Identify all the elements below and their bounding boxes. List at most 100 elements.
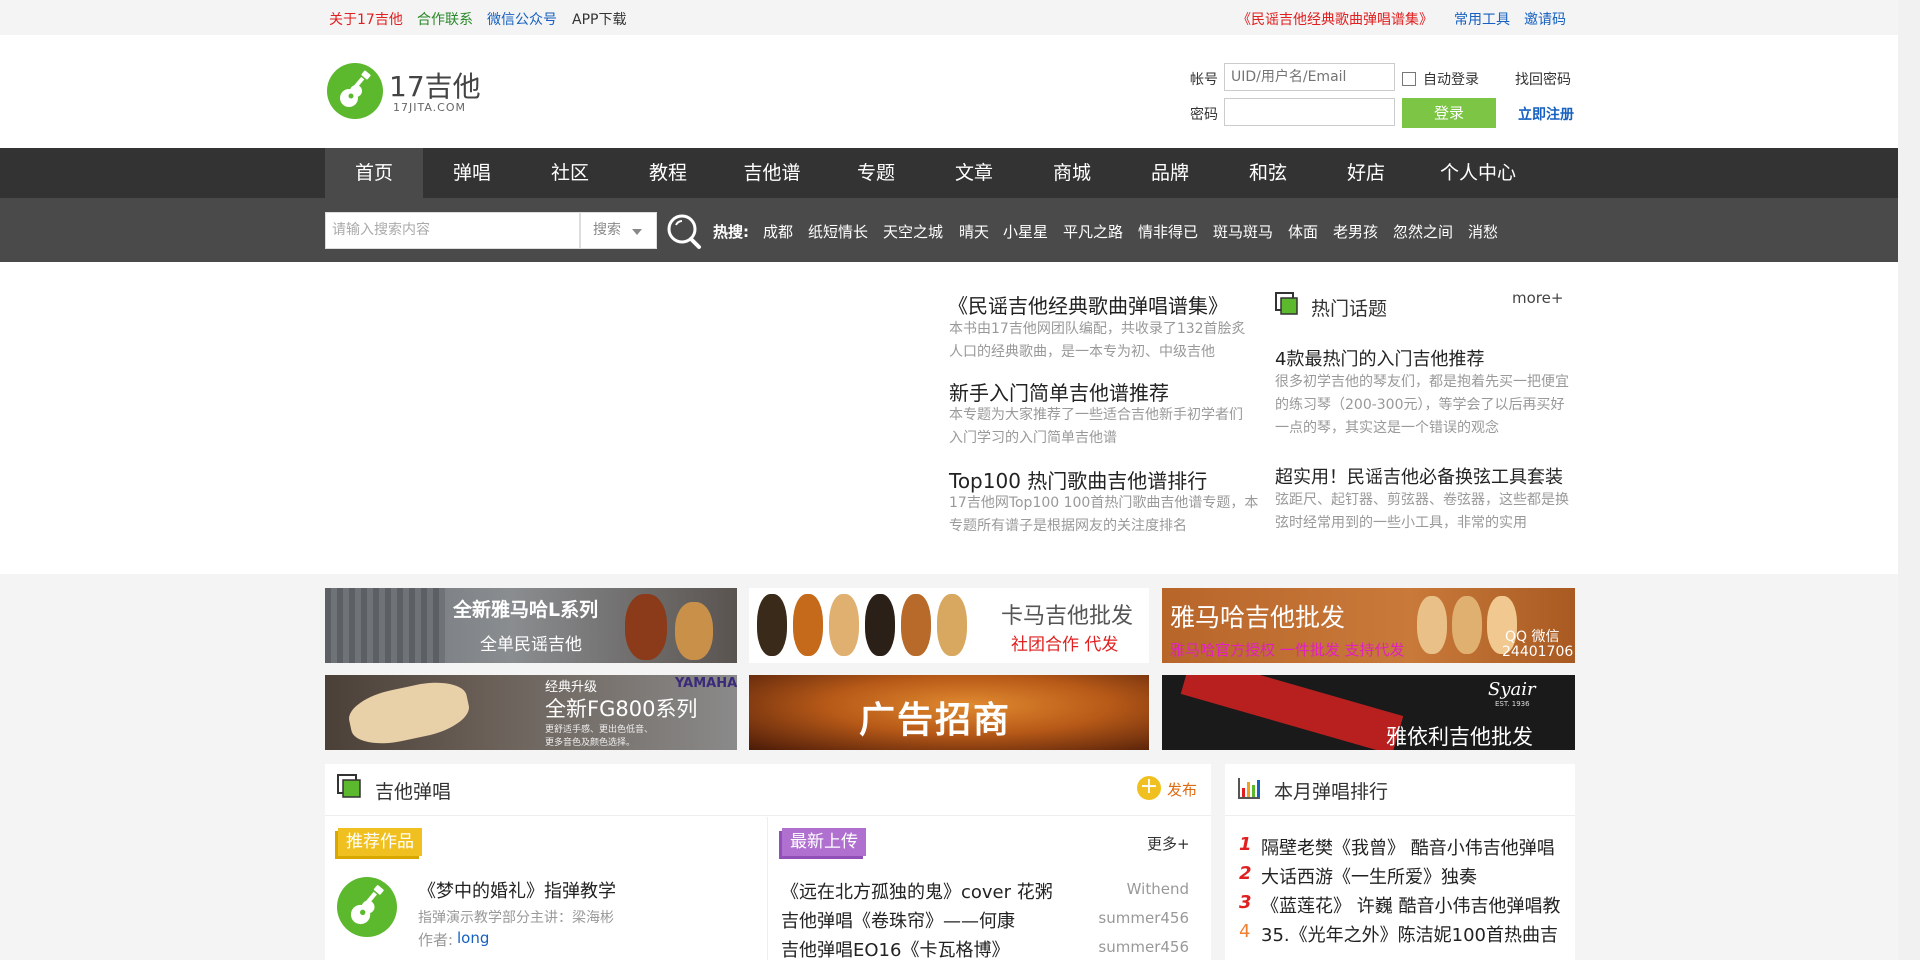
banner-kama-wholesale[interactable]: 卡马吉他批发 社团合作 代发 [749,588,1149,663]
banner-advertise[interactable]: 广告招商 [749,675,1149,750]
account-label: 帐号 [1190,72,1218,88]
tools-link[interactable]: 常用工具 [1454,9,1510,29]
recommend-avatar[interactable] [337,877,397,937]
yamaha-logo: YAMAHA [675,676,737,691]
rank-title[interactable]: 《蓝莲花》 许巍 酷音小伟吉他弹唱教 [1261,892,1560,918]
nav-home[interactable]: 首页 [325,148,423,198]
login-button[interactable]: 登录 [1402,98,1496,128]
nav-brands[interactable]: 品牌 [1121,148,1219,198]
register-link[interactable]: 立即注册 [1518,104,1574,124]
rank-number: 3 [1239,892,1252,913]
guitar-headstock-graphic [1180,675,1404,750]
page-scrollbar[interactable] [1898,0,1920,960]
nav-tabs[interactable]: 吉他谱 [717,148,827,198]
rank-title[interactable]: 大话西游《一生所爱》独奏 [1261,863,1477,889]
app-download-link[interactable]: APP下载 [572,9,626,29]
hot-word[interactable]: 情非得已 [1138,221,1198,242]
nav-tanchang[interactable]: 弹唱 [423,148,521,198]
search-icon[interactable] [665,212,703,250]
latest-user[interactable]: Withend [1069,880,1189,898]
forgot-password-link[interactable]: 找回密码 [1515,69,1571,89]
featured-title[interactable]: 《民谣吉他经典歌曲弹唱谱集》 [948,290,1228,319]
guitar-icon [350,885,384,925]
account-input[interactable] [1224,63,1395,91]
hot-word[interactable]: 老男孩 [1333,221,1378,242]
hot-topics-more-link[interactable]: more+ [1512,289,1563,307]
featured-desc: 本专题为大家推荐了一些适合吉他新手初学者们入门学习的入门简单吉他谱 [949,407,1243,446]
rank-number: 4 [1239,921,1251,942]
nav-user-center[interactable]: 个人中心 [1415,148,1541,198]
featured-desc: 本书由17吉他网团队编配，共收录了132首脍炙人口的经典歌曲，是一本专为初、中级… [949,321,1246,360]
featured-title[interactable]: 新手入门简单吉他谱推荐 [949,377,1169,406]
hot-word[interactable]: 纸短情长 [808,221,868,242]
hot-word[interactable]: 晴天 [959,221,989,242]
banner-syair-wholesale[interactable]: Syair EST. 1936 雅依利吉他批发 [1162,675,1575,750]
topic-title[interactable]: 超实用！民谣吉他必备换弦工具套装 [1275,463,1563,489]
latest-user[interactable]: summer456 [1069,909,1189,927]
hot-word[interactable]: 平凡之路 [1063,221,1123,242]
hot-word[interactable]: 斑马斑马 [1213,221,1273,242]
banner-note: 更多音色及颜色选择。 [545,738,636,748]
topic-title[interactable]: 4款最热门的入门吉他推荐 [1275,345,1484,371]
guitar-graphic [829,594,859,656]
rank-title[interactable]: 隔壁老樊《我曾》 酷音小伟吉他弹唱 [1261,834,1555,860]
guitar-graphic [1452,596,1482,654]
nav-chords[interactable]: 和弦 [1219,148,1317,198]
latest-title[interactable]: 吉他弹唱《卷珠帘》——何康 [781,907,1015,933]
banner-yamaha-fg800[interactable]: 经典升级 YAMAHA 全新FG800系列 更舒适手感、更出色低音、 更多音色及… [325,675,737,750]
featured-section: 《民谣吉他经典歌曲弹唱谱集》 本书由17吉他网团队编配，共收录了132首脍炙人口… [0,262,1898,574]
ranking-panel: 本月弹唱排行 1 隔壁老樊《我曾》 酷音小伟吉他弹唱 2 大话西游《一生所爱》独… [1225,764,1575,960]
search-type-select[interactable]: 搜索 [580,212,657,249]
hot-word[interactable]: 天空之城 [883,221,943,242]
hot-word[interactable]: 成都 [763,221,793,242]
hot-word[interactable]: 体面 [1288,221,1318,242]
search-bar: 请输入搜索内容 搜索 热搜: 成都 纸短情长 天空之城 晴天 小星星 平凡之路 … [0,198,1898,262]
guitar-graphic [937,594,967,656]
latest-column: 最新上传 更多+ 《远在北方孤独的鬼》cover 花粥 Withend 吉他弹唱… [769,817,1211,960]
wood-wall-graphic [325,588,445,663]
hot-word[interactable]: 消愁 [1468,221,1498,242]
featured-title[interactable]: Top100 热门歌曲吉他谱排行 [949,465,1207,494]
banner-yamaha-l-series[interactable]: 全新雅马哈L系列 全单民谣吉他 [325,588,737,663]
bar-chart-icon [1237,776,1261,800]
guitar-graphic [865,594,895,656]
guitar-graphic [1417,596,1447,654]
ad-banners: 全新雅马哈L系列 全单民谣吉他 卡马吉他批发 社团合作 代发 雅马哈吉他批发 雅… [325,588,1575,750]
wechat-link[interactable]: 微信公众号 [487,9,557,29]
search-input[interactable]: 请输入搜索内容 [325,212,580,249]
syair-logo-est: EST. 1936 [1495,700,1530,708]
hot-search-label: 热搜: [713,223,749,241]
invite-code-link[interactable]: 邀请码 [1524,9,1566,29]
nav-topics[interactable]: 专题 [827,148,925,198]
banner-title: 雅马哈吉他批发 [1170,603,1346,632]
nav-community[interactable]: 社区 [521,148,619,198]
rank-title[interactable]: 35.《光年之外》陈洁妮100首热曲吉 [1261,921,1558,947]
hot-word[interactable]: 忽然之间 [1393,221,1453,242]
songbook-link[interactable]: 《民谣吉他经典歌曲弹唱谱集》 [1237,9,1433,29]
banner-subtitle: 全单民谣吉他 [480,635,582,655]
nav-shop[interactable]: 商城 [1023,148,1121,198]
auto-login-checkbox[interactable] [1402,72,1416,86]
banner-contact-label: QQ 微信 [1505,629,1560,645]
auto-login-label: 自动登录 [1423,72,1479,88]
author-link[interactable]: long [457,929,489,947]
nav-articles[interactable]: 文章 [925,148,1023,198]
nav-stores[interactable]: 好店 [1317,148,1415,198]
recommend-title[interactable]: 《梦中的婚礼》指弹教学 [418,877,616,903]
banner-contact-number: 24401706 [1502,644,1574,660]
banner-title: 广告招商 [859,700,1012,741]
contact-link[interactable]: 合作联系 [417,9,473,29]
topics-icon [1275,292,1298,315]
hot-topics-heading: 热门话题 [1311,298,1388,320]
nav-tutorials[interactable]: 教程 [619,148,717,198]
latest-title[interactable]: 吉他弹唱EO16《卡瓦格博》 [781,936,1009,960]
latest-title[interactable]: 《远在北方孤独的鬼》cover 花粥 [781,878,1053,904]
latest-user[interactable]: summer456 [1069,938,1189,956]
about-link[interactable]: 关于17吉他 [329,9,403,29]
hot-word[interactable]: 小星星 [1003,221,1048,242]
banner-yamaha-wholesale[interactable]: 雅马哈吉他批发 雅马哈官方授权 一件批发 支持代发 QQ 微信 24401706 [1162,588,1575,663]
tanchang-heading: 吉他弹唱 [375,781,452,803]
featured-slider-area[interactable] [325,282,935,552]
latest-more-link[interactable]: 更多+ [1147,833,1190,854]
password-input[interactable] [1224,98,1395,126]
